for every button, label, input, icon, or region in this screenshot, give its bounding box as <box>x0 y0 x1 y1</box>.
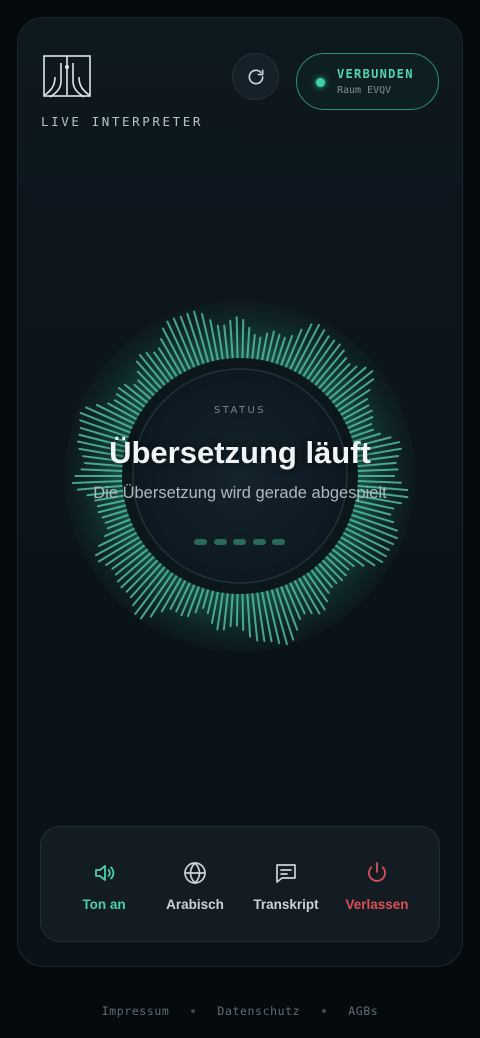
sound-toggle-button[interactable]: Ton an <box>59 861 149 912</box>
footer-link-datenschutz[interactable]: Datenschutz <box>217 1004 300 1018</box>
footer-separator <box>191 1009 196 1013</box>
control-bar: Ton an Arabisch Transkript Verlassen <box>40 826 440 942</box>
message-icon <box>276 864 296 883</box>
room-code: Raum EVQV <box>337 85 392 96</box>
sound-toggle-label: Ton an <box>82 897 126 912</box>
speaker-icon <box>95 865 115 881</box>
connection-badge[interactable]: VERBUNDEN Raum EVQV <box>296 53 439 110</box>
connection-status-dot <box>316 78 325 87</box>
transcript-button[interactable]: Transkript <box>241 861 331 912</box>
playback-indicator <box>194 539 285 545</box>
footer: Impressum Datenschutz AGBs <box>0 1004 480 1018</box>
footer-link-impressum[interactable]: Impressum <box>102 1004 170 1018</box>
indicator-dot <box>252 539 266 545</box>
status-subtitle: Die Übersetzung wird gerade abgespielt <box>93 484 387 502</box>
transcript-label: Transkript <box>253 897 319 912</box>
power-icon <box>368 862 386 882</box>
brand-name: LIVE INTERPRETER <box>41 114 204 129</box>
language-label: Arabisch <box>166 897 224 912</box>
leave-label: Verlassen <box>345 897 409 912</box>
indicator-dot <box>272 539 285 545</box>
indicator-dot <box>194 539 207 545</box>
footer-link-agbs[interactable]: AGBs <box>348 1004 378 1018</box>
indicator-dot <box>213 539 227 545</box>
status-title: Übersetzung läuft <box>109 435 371 470</box>
language-button[interactable]: Arabisch <box>150 861 240 912</box>
footer-separator <box>322 1009 327 1013</box>
refresh-icon <box>248 69 263 84</box>
globe-icon <box>184 861 206 885</box>
status-label: STATUS <box>214 405 266 416</box>
brand-logo-icon <box>43 55 91 98</box>
connection-status: VERBUNDEN <box>337 67 414 81</box>
leave-button[interactable]: Verlassen <box>332 861 422 912</box>
indicator-dot <box>233 539 246 545</box>
refresh-button[interactable] <box>232 53 279 100</box>
